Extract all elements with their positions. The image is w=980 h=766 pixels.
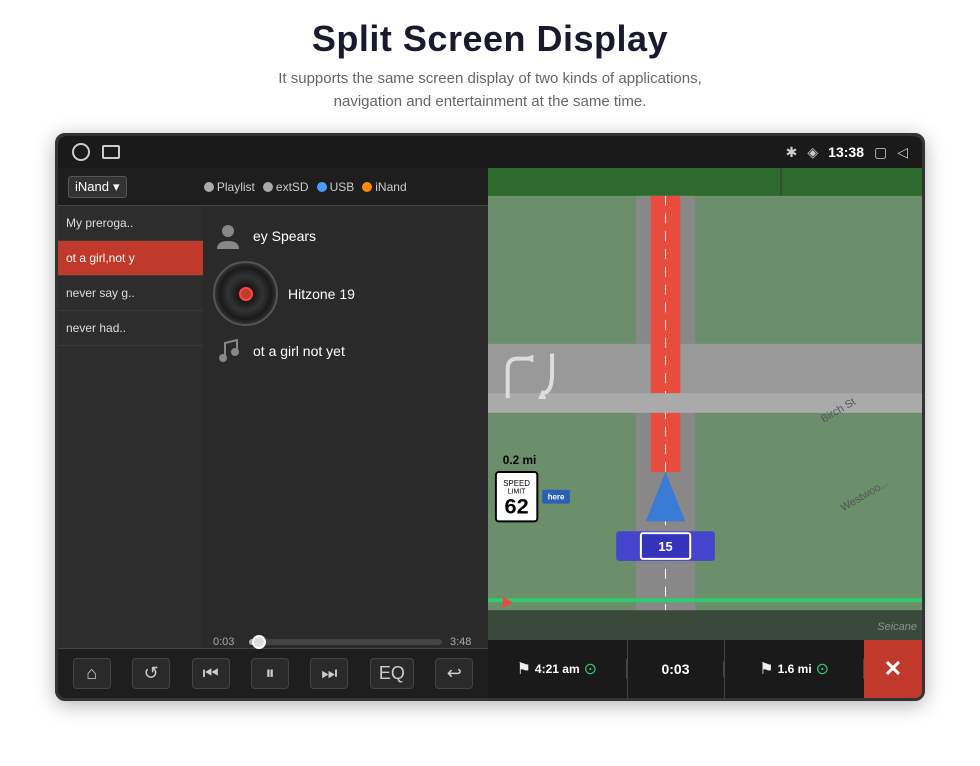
radio-dot-inand — [362, 182, 372, 192]
map-svg: I-15 15 SPEED LIMIT 62 here 0.2 mi — [488, 168, 922, 638]
vinyl-disc — [213, 261, 278, 326]
prev-button[interactable]: ⏮ — [192, 658, 230, 689]
status-time: 13:38 — [828, 144, 864, 160]
song-row: ot a girl not yet — [213, 336, 478, 366]
source-options: Playlist extSD USB iNand — [133, 180, 479, 194]
player-main: ey Spears Hitzone 19 — [203, 206, 488, 648]
controls-bar: ⌂ ↺ ⏮ ⏸ ⏭ EQ ↩ — [58, 648, 488, 698]
media-panel: iNand ▾ Playlist extSD USB — [58, 168, 488, 698]
album-name: Hitzone 19 — [288, 286, 355, 302]
source-playlist-label: Playlist — [217, 180, 255, 194]
playlist-column: My preroga.. ot a girl,not y never say g… — [58, 206, 203, 648]
music-note-icon — [213, 336, 243, 366]
source-extsd-label: extSD — [276, 180, 309, 194]
source-inand-label: iNand — [375, 180, 406, 194]
status-left — [72, 143, 120, 161]
time-total: 3:48 — [450, 636, 478, 648]
progress-track[interactable] — [249, 639, 442, 645]
page-subtitle: It supports the same screen display of t… — [0, 68, 980, 113]
main-content: iNand ▾ Playlist extSD USB — [58, 168, 922, 698]
source-extsd[interactable]: extSD — [263, 180, 309, 194]
person-icon — [213, 221, 243, 251]
image-icon — [102, 145, 120, 159]
dropdown-arrow-icon: ▾ — [113, 179, 120, 195]
repeat-button[interactable]: ↺ — [132, 658, 170, 689]
status-bar: ✱ ◈ 13:38 ▢ ◁ — [58, 136, 922, 168]
home-button[interactable]: ⌂ — [73, 658, 111, 689]
status-right: ✱ ◈ 13:38 ▢ ◁ — [786, 144, 908, 161]
location-icon: ◈ — [807, 144, 818, 161]
eq-button[interactable]: EQ — [370, 658, 414, 689]
map-roads: I-15 15 SPEED LIMIT 62 here 0.2 mi — [488, 168, 922, 638]
album-section: ey Spears Hitzone 19 — [203, 216, 488, 371]
radio-dot-playlist — [204, 182, 214, 192]
page-header: Split Screen Display It supports the sam… — [0, 0, 980, 123]
eta-time: 4:21 am — [535, 662, 580, 676]
artist-row: ey Spears — [213, 221, 478, 251]
elapsed-time: 0:03 — [661, 661, 689, 677]
power-icon — [72, 143, 90, 161]
source-playlist[interactable]: Playlist — [204, 180, 255, 194]
device-frame: ✱ ◈ 13:38 ▢ ◁ iNand ▾ Playlist — [55, 133, 925, 701]
svg-text:SPEED: SPEED — [503, 479, 530, 488]
window-icon: ▢ — [874, 144, 887, 161]
svg-text:here: here — [548, 493, 565, 502]
nav-close-button[interactable]: ✕ — [864, 640, 922, 698]
artist-name: ey Spears — [253, 228, 316, 244]
player-area: My preroga.. ot a girl,not y never say g… — [58, 206, 488, 648]
clock-icon: ⊙ — [584, 659, 597, 679]
watermark: Seicane — [877, 621, 917, 633]
progress-thumb[interactable] — [252, 635, 266, 649]
source-bar: iNand ▾ Playlist extSD USB — [58, 168, 488, 206]
radio-dot-usb — [317, 182, 327, 192]
album-row: Hitzone 19 — [213, 261, 478, 326]
flag-icon-end: ⚑ — [759, 659, 773, 679]
progress-section: 0:03 3:48 — [203, 636, 488, 648]
eta-section: ⚑ 4:21 am ⊙ — [488, 659, 627, 679]
radio-dot-extsd — [263, 182, 273, 192]
elapsed-section: 0:03 — [628, 661, 725, 677]
source-usb[interactable]: USB — [317, 180, 355, 194]
back-icon: ◁ — [897, 144, 908, 161]
playlist-item-3[interactable]: never had.. — [58, 311, 203, 346]
source-inand[interactable]: iNand — [362, 180, 406, 194]
remaining-distance: 1.6 mi — [778, 662, 812, 676]
svg-text:15: 15 — [658, 539, 672, 554]
pause-button[interactable]: ⏸ — [251, 658, 289, 689]
playlist-item-0[interactable]: My preroga.. — [58, 206, 203, 241]
nav-bottom-bar: ⚑ 4:21 am ⊙ 0:03 ⚑ 1.6 mi ⊙ ✕ — [488, 640, 922, 698]
playlist-item-2[interactable]: never say g.. — [58, 276, 203, 311]
time-current: 0:03 — [213, 636, 241, 648]
playlist-item-1[interactable]: ot a girl,not y — [58, 241, 203, 276]
svg-text:0.2 mi: 0.2 mi — [503, 453, 537, 467]
svg-text:62: 62 — [505, 493, 529, 518]
bluetooth-icon: ✱ — [786, 144, 798, 161]
back-button[interactable]: ↩ — [435, 658, 473, 689]
source-usb-label: USB — [330, 180, 355, 194]
page-title: Split Screen Display — [0, 18, 980, 60]
flag-icon-start: ⚑ — [517, 659, 531, 679]
source-dropdown-label: iNand — [75, 179, 109, 194]
source-dropdown[interactable]: iNand ▾ — [68, 176, 127, 198]
next-button[interactable]: ⏭ — [310, 658, 348, 689]
nav-panel: Sahara Avenue ↓ ↓ ↓ ↗ ONLY EXIT 40 » Sah… — [488, 168, 922, 698]
vinyl-center — [239, 287, 253, 301]
clock-icon-2: ⊙ — [816, 659, 829, 679]
song-name: ot a girl not yet — [253, 343, 345, 359]
dist-section: ⚑ 1.6 mi ⊙ — [725, 659, 864, 679]
